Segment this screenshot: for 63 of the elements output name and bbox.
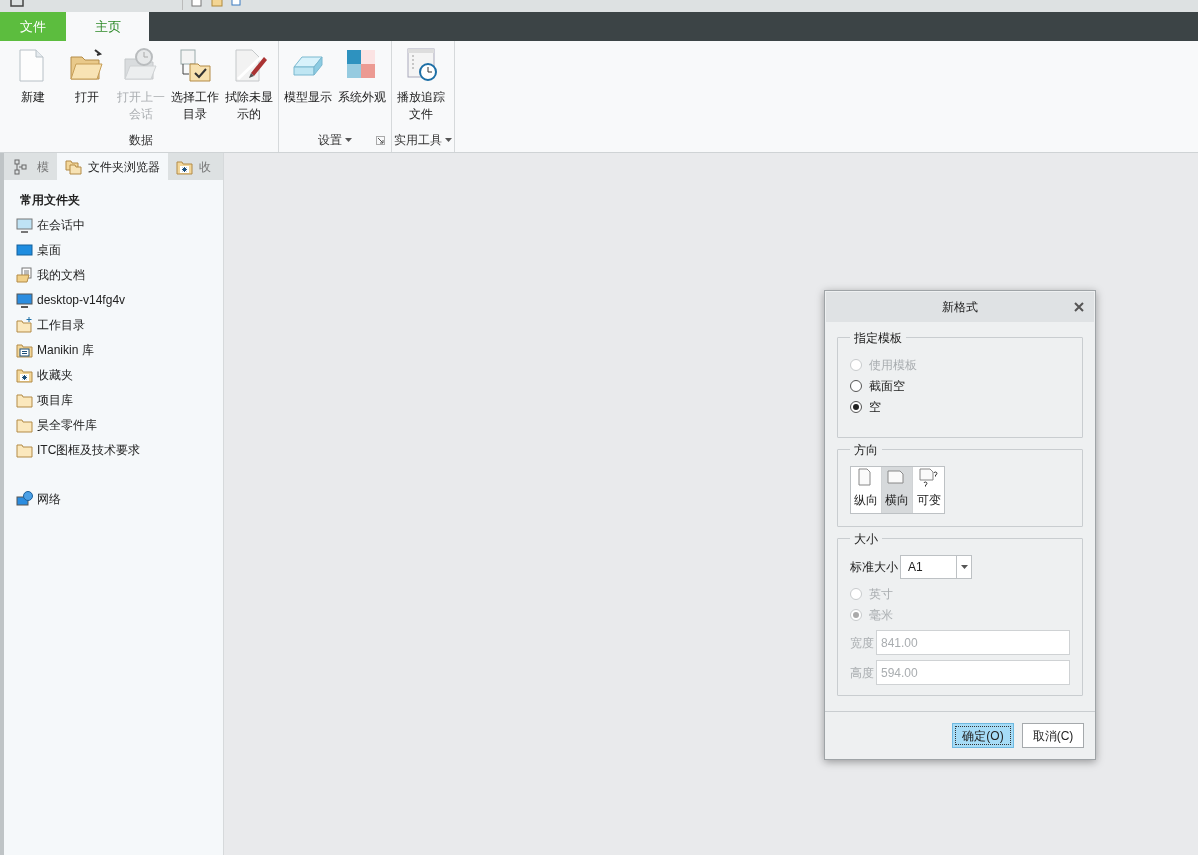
folders-icon [65,158,82,175]
folder-icon [16,391,33,408]
panel-tab[interactable]: 文件夹浏览器 [57,153,168,180]
ribbon-button[interactable]: 拭除未显示的 [222,46,276,123]
close-icon[interactable] [1074,302,1084,312]
ribbon-button[interactable]: 系统外观 [335,46,389,106]
field-label: 高度 [850,664,874,682]
dialog-button[interactable]: 取消(C) [1022,723,1084,748]
group-label: 大小 [850,530,882,548]
folder-item[interactable]: desktop-v14fg4v [16,287,223,312]
group-label: 方向 [850,441,882,459]
radio-option[interactable]: 空 [850,396,881,417]
radio-circle[interactable] [850,400,862,413]
caret-icon[interactable] [445,138,452,142]
monitor-icon [16,291,33,308]
folder-item[interactable]: 桌面 [16,237,223,262]
folder-item[interactable]: 网络 [16,486,223,511]
dialog-button[interactable]: 确定(O) [952,723,1014,748]
size-dropdown[interactable]: A1 [900,555,972,579]
folder-spark-icon [16,316,33,333]
variable-page-icon [918,468,939,488]
group-label: 实用工具 [394,132,442,149]
folder-item[interactable]: 我的文档 [16,262,223,287]
folder-icon [16,441,33,458]
library-folder-icon [16,341,33,358]
field-label: 标准大小 [850,559,898,576]
ribbon-tab[interactable]: 主页 [66,12,149,41]
folder-icon [16,416,33,433]
folder-item[interactable]: 收藏夹 [16,362,223,387]
folder-clock-icon [123,47,159,83]
ribbon-button[interactable]: 模型显示 [281,46,335,106]
field-label: 宽度 [850,634,874,652]
folder-item[interactable]: 在会话中 [16,212,223,237]
screen-icon [16,241,33,258]
orientation-button[interactable]: 可变 [913,467,944,513]
orientation-button[interactable]: 横向 [882,467,913,513]
folder-item[interactable]: Manikin 库 [16,337,223,362]
group-label: 数据 [129,132,153,149]
folder-icon [69,47,105,83]
app-icon [10,0,24,8]
panel-tab[interactable]: 收 [168,153,223,180]
folder-item[interactable]: 工作目录 [16,312,223,337]
folder-item[interactable]: 昊全零件库 [16,412,223,437]
radio-option[interactable]: 截面空 [850,375,905,396]
document-folder-icon [16,266,33,283]
folder-item[interactable]: 项目库 [16,387,223,412]
folder-item[interactable]: ITC图框及技术要求 [16,437,223,462]
ribbon-button[interactable]: 播放追踪文件 [394,46,448,123]
dialog-title: 新格式 [942,299,978,316]
launcher-icon[interactable] [376,136,385,145]
panel-tab[interactable]: 模 [4,153,57,180]
orientation-button[interactable]: 纵向 [851,467,882,513]
section-heading: 常用文件夹 [19,191,81,209]
ribbon-button[interactable]: 打开 [60,46,114,106]
caret-icon [960,565,968,569]
caret-icon[interactable] [345,138,352,142]
network-icon [16,490,33,507]
ribbon-button[interactable]: 选择工作目录 [168,46,222,123]
monitor-icon [16,216,33,233]
ribbon-button[interactable]: 新建 [6,46,60,106]
group-label: 设置 [318,132,342,149]
folder-check-icon [177,47,213,83]
group-label: 指定模板 [850,329,906,347]
